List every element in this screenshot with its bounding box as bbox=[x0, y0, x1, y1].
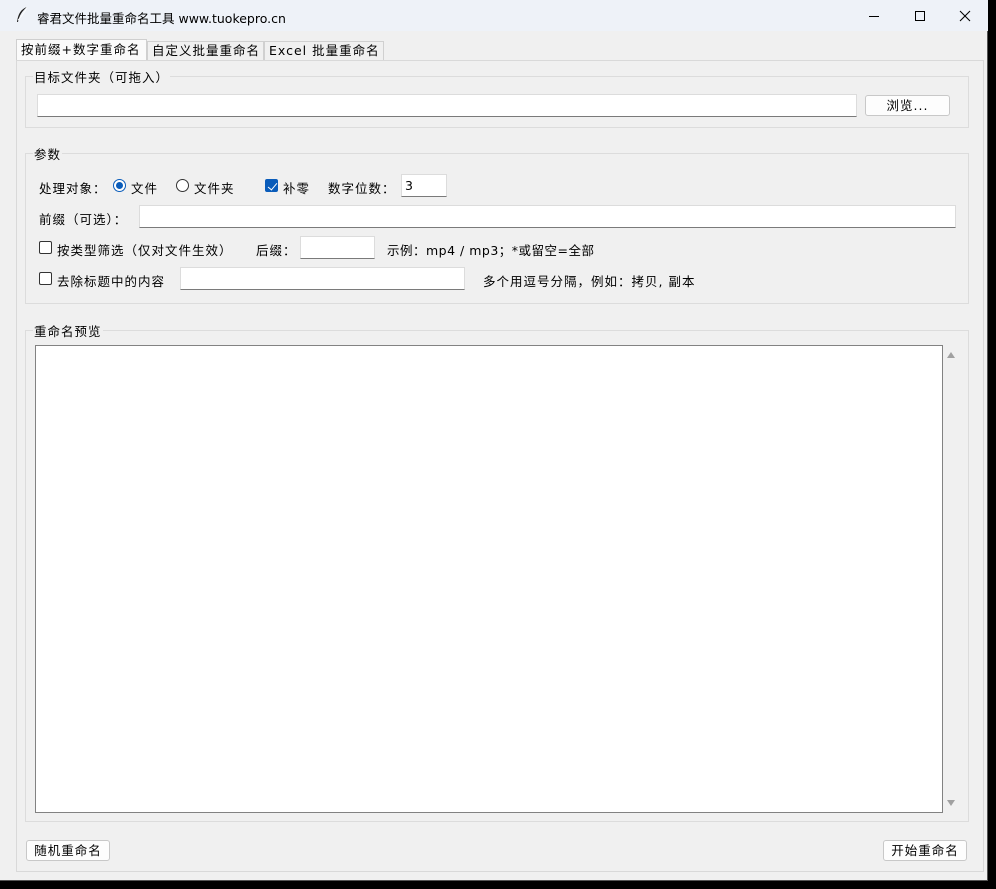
folder-group-label: 目标文件夹（可拖入） bbox=[33, 67, 171, 86]
radio-file[interactable] bbox=[113, 179, 126, 192]
maximize-button[interactable] bbox=[897, 0, 943, 31]
zero-pad-label: 补零 bbox=[283, 181, 311, 196]
preview-group-label: 重命名预览 bbox=[33, 321, 103, 340]
digits-input[interactable]: 3 bbox=[401, 174, 447, 197]
target-label: 处理对象： bbox=[39, 181, 107, 196]
digits-label: 数字位数： bbox=[328, 181, 396, 196]
browse-button[interactable]: 浏览... bbox=[865, 95, 950, 116]
scroll-up-icon[interactable] bbox=[943, 347, 959, 363]
feather-icon bbox=[14, 6, 30, 24]
minimize-icon bbox=[869, 15, 879, 17]
tab-excel-rename[interactable]: Excel 批量重命名 bbox=[264, 41, 384, 61]
zero-pad-checkbox[interactable] bbox=[265, 179, 278, 192]
title-bar: 睿君文件批量重命名工具 www.tuokepro.cn bbox=[0, 0, 988, 31]
remove-text-checkbox[interactable] bbox=[39, 272, 52, 285]
scroll-down-icon[interactable] bbox=[943, 795, 959, 811]
close-icon bbox=[959, 10, 971, 21]
folder-path-input[interactable] bbox=[37, 94, 857, 117]
preview-textarea[interactable] bbox=[35, 345, 943, 813]
app-window: 睿君文件批量重命名工具 www.tuokepro.cn 按前缀+数字重命名 自定… bbox=[0, 0, 988, 881]
remove-text-hint: 多个用逗号分隔，例如：拷贝, 副本 bbox=[483, 274, 696, 289]
suffix-label: 后缀： bbox=[256, 243, 297, 258]
close-button[interactable] bbox=[942, 0, 988, 31]
minimize-button[interactable] bbox=[851, 0, 897, 31]
suffix-hint: 示例：mp4 / mp3；*或留空=全部 bbox=[387, 243, 595, 258]
remove-text-label: 去除标题中的内容 bbox=[57, 274, 166, 289]
radio-folder[interactable] bbox=[176, 179, 189, 192]
window-title: 睿君文件批量重命名工具 www.tuokepro.cn bbox=[37, 11, 286, 26]
suffix-input[interactable] bbox=[300, 236, 375, 259]
remove-text-input[interactable] bbox=[180, 267, 465, 290]
tab-prefix-number[interactable]: 按前缀+数字重命名 bbox=[16, 39, 147, 61]
preview-scrollbar[interactable] bbox=[943, 345, 959, 813]
random-rename-button[interactable]: 随机重命名 bbox=[26, 840, 110, 861]
maximize-icon bbox=[915, 10, 925, 21]
radio-file-label: 文件 bbox=[131, 181, 159, 196]
prefix-input[interactable] bbox=[139, 205, 956, 228]
filter-type-label: 按类型筛选（仅对文件生效） bbox=[57, 243, 233, 258]
filter-type-checkbox[interactable] bbox=[39, 241, 52, 254]
start-rename-button[interactable]: 开始重命名 bbox=[883, 840, 967, 861]
params-group-label: 参数 bbox=[33, 144, 63, 163]
tab-custom-rename[interactable]: 自定义批量重命名 bbox=[147, 41, 264, 61]
radio-folder-label: 文件夹 bbox=[194, 181, 235, 196]
prefix-label: 前缀（可选）： bbox=[39, 212, 128, 227]
